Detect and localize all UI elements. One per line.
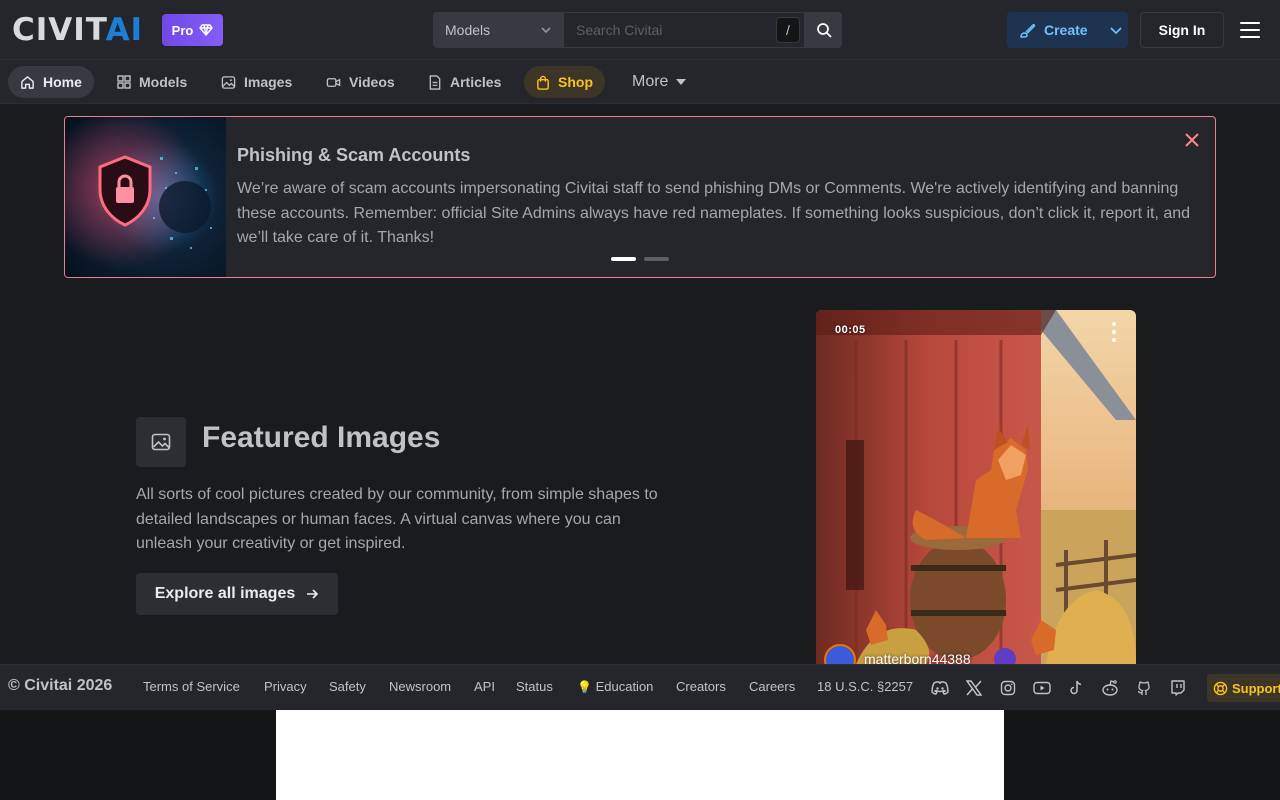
nav-item-home[interactable]: Home [8, 66, 94, 98]
announcement-title: Phishing & Scam Accounts [237, 145, 471, 165]
nav-item-models[interactable]: Models [105, 66, 199, 98]
footer-link-status[interactable]: Status [516, 679, 553, 694]
nav-item-videos[interactable]: Videos [314, 66, 407, 98]
logo-text-main: CIVIT [12, 12, 106, 48]
search-shortcut-key: / [776, 17, 800, 43]
nav-more-label: More [632, 73, 669, 90]
copyright: © Civitai 2026 [8, 677, 113, 694]
shopping-bag-icon [537, 75, 549, 90]
carousel-dot[interactable] [611, 257, 636, 261]
featured-video-card[interactable]: 00:05 matterborn44388 [816, 310, 1136, 664]
more-options-icon[interactable] [1110, 320, 1118, 344]
footer-link-creators[interactable]: Creators [676, 679, 726, 694]
video-duration: 00:05 [835, 324, 866, 336]
explore-images-button[interactable]: Explore all images [136, 573, 338, 615]
search-input[interactable]: Search Civitai / [564, 12, 805, 48]
section-title: Featured Images [202, 421, 441, 454]
card-username[interactable]: matterborn44388 [864, 651, 971, 664]
logo-text-accent: AI [105, 12, 144, 48]
footer-link-api[interactable]: API [474, 679, 495, 694]
brush-icon [1020, 23, 1036, 38]
footer-link-newsroom[interactable]: Newsroom [389, 679, 451, 694]
twitch-icon[interactable] [1168, 678, 1188, 698]
footer-link-careers[interactable]: Careers [749, 679, 795, 694]
lifebuoy-icon [1213, 681, 1228, 695]
footer-link-education[interactable]: 💡 Education [577, 679, 653, 694]
nav-label: Models [139, 74, 188, 90]
footer-link-safety[interactable]: Safety [329, 679, 366, 694]
search-scope-value: Models [445, 22, 491, 38]
footer: © Civitai 2026 Terms of Service Privacy … [0, 664, 1280, 710]
search-bar: Models Search Civitai / [433, 12, 842, 48]
nav-label: Home [43, 74, 82, 90]
footer-link-label: Education [595, 679, 654, 694]
nav-item-shop[interactable]: Shop [524, 66, 605, 98]
carousel-indicators [611, 257, 669, 261]
github-icon[interactable] [1134, 678, 1154, 698]
reddit-icon[interactable] [1100, 678, 1120, 698]
explore-label: Explore all images [154, 585, 296, 602]
file-text-icon [429, 74, 441, 90]
fox-painting-thumbnail [816, 310, 1136, 664]
civitai-logo[interactable]: CIVITAI [12, 12, 144, 48]
announcement-banner: Phishing & Scam Accounts We’re aware of … [64, 116, 1216, 278]
support-label: Support [1232, 680, 1280, 696]
carousel-dot[interactable] [644, 257, 669, 261]
youtube-icon[interactable] [1032, 678, 1052, 698]
nav-label: Shop [558, 74, 593, 90]
video-icon [326, 77, 341, 87]
create-button[interactable]: Create [1007, 12, 1128, 48]
lightbulb-icon: 💡 [577, 680, 592, 694]
caret-down-icon [676, 79, 687, 85]
chevron-down-icon [541, 27, 551, 34]
footer-link-2257[interactable]: 18 U.S.C. §2257 [817, 679, 913, 694]
tiktok-icon[interactable] [1066, 678, 1086, 698]
nav-item-images[interactable]: Images [209, 66, 304, 98]
arrow-right-icon [307, 589, 319, 599]
user-badge-icon [994, 648, 1016, 664]
photo-icon [136, 417, 186, 467]
chevron-down-icon [1109, 27, 1122, 35]
nav-label: Images [244, 74, 293, 90]
footer-link-terms[interactable]: Terms of Service [143, 679, 240, 694]
search-icon [816, 23, 832, 38]
x-icon[interactable] [964, 678, 984, 698]
instagram-icon[interactable] [998, 678, 1018, 698]
discord-icon[interactable] [930, 678, 950, 698]
nav-more-button[interactable]: More [620, 66, 698, 98]
nav-label: Videos [349, 74, 395, 90]
announcement-body: We’re aware of scam accounts impersonati… [237, 180, 1191, 246]
sign-in-button[interactable]: Sign In [1140, 12, 1224, 48]
shield-lock-illustration [65, 117, 226, 277]
main-nav: Home Models Images Videos Articles Shop … [0, 60, 1280, 104]
search-scope-select[interactable]: Models [433, 12, 564, 48]
security-shield-image [65, 117, 226, 277]
create-label: Create [1044, 22, 1088, 38]
support-button[interactable]: Support [1207, 674, 1280, 702]
search-button[interactable] [805, 12, 842, 48]
photo-icon [221, 75, 236, 89]
section-description: All sorts of cool pictures created by ou… [136, 486, 658, 552]
nav-item-articles[interactable]: Articles [416, 66, 513, 98]
search-placeholder: Search Civitai [576, 22, 663, 38]
top-header: CIVITAI Pro Models Search Civitai / Crea… [0, 0, 1280, 60]
nav-label: Articles [450, 74, 502, 90]
diamond-icon [199, 24, 214, 36]
pro-label: Pro [171, 22, 194, 38]
home-icon [21, 75, 34, 89]
footer-link-privacy[interactable]: Privacy [264, 679, 307, 694]
menu-icon[interactable] [1239, 20, 1261, 40]
ad-placeholder [276, 710, 1004, 800]
create-menu-toggle[interactable] [1103, 12, 1128, 48]
pro-button[interactable]: Pro [162, 14, 223, 46]
close-icon[interactable] [1182, 130, 1202, 150]
grid-icon [117, 75, 131, 89]
